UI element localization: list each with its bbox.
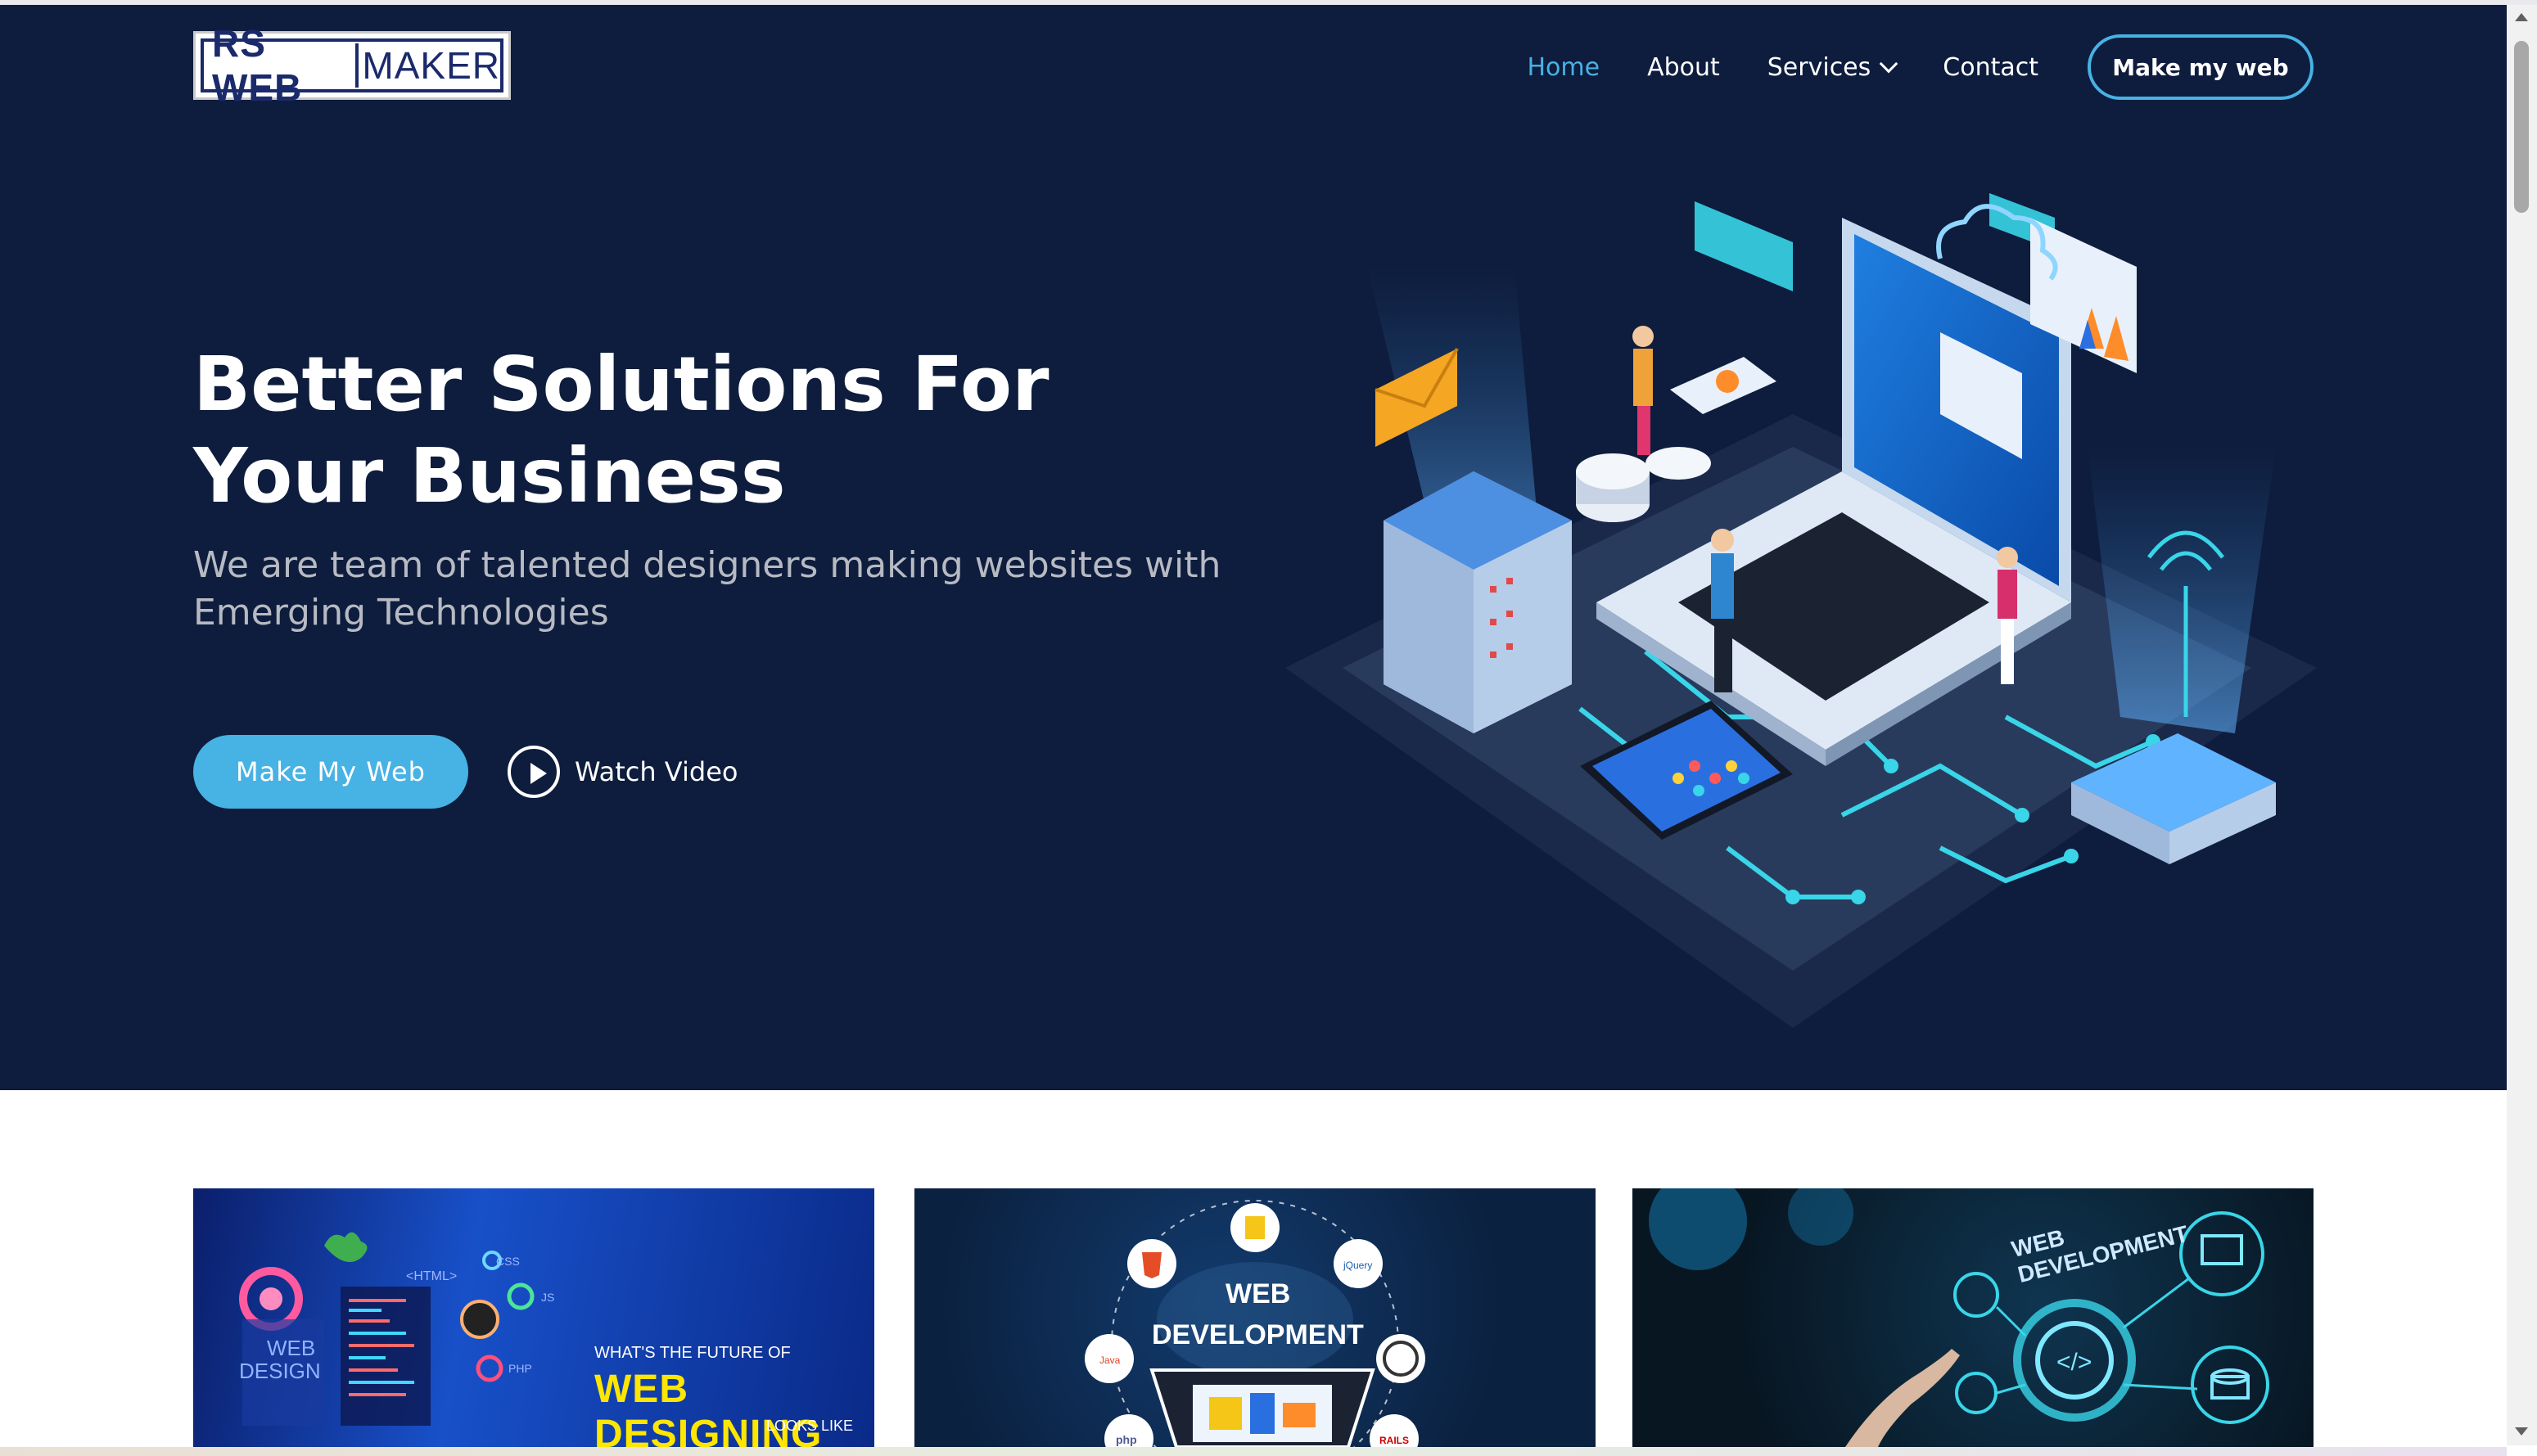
card1-heading-tail: LOOKS LIKE (766, 1418, 854, 1434)
nav-home[interactable]: Home (1527, 53, 1600, 82)
browser-bottom-edge (0, 1447, 2507, 1456)
scroll-up-arrow-icon[interactable] (2515, 13, 2528, 21)
html5-icon (1142, 1252, 1162, 1278)
make-my-web-nav-button[interactable]: Make my web (2088, 34, 2314, 100)
design-side-label: DESIGN (239, 1359, 321, 1383)
web-design-graphic: <HTML> CSS JS PHP (239, 1232, 554, 1426)
code-symbol-icon: </> (2056, 1349, 2092, 1376)
watch-video-label: Watch Video (575, 756, 738, 787)
rails-icon: RAILS (1379, 1435, 1409, 1446)
nav-services[interactable]: Services (1767, 52, 1898, 82)
chevron-down-icon (1879, 54, 1898, 74)
tech-icons-graphic: jQuery Java php RAILS (1085, 1200, 1425, 1447)
js-icon (1245, 1216, 1265, 1239)
scroll-down-arrow-icon[interactable] (2515, 1427, 2528, 1436)
nav-services-label: Services (1767, 52, 1871, 82)
hero-title: Better Solutions For Your Business (193, 340, 1050, 520)
html-tag-label: <HTML> (406, 1269, 457, 1283)
card1-heading-small: WHAT'S THE FUTURE OF (594, 1344, 791, 1362)
card1-heading-big: WEB DESIGNING (594, 1368, 823, 1447)
make-my-web-button[interactable]: Make My Web (193, 735, 468, 809)
web-dev-hologram-graphic: </> (1649, 1188, 2269, 1447)
nav-about[interactable]: About (1647, 53, 1720, 82)
laptop-icon (2201, 1234, 2243, 1265)
js-tag-label: JS (541, 1291, 554, 1304)
java-icon: Java (1099, 1355, 1121, 1366)
php-tag-label: PHP (508, 1362, 532, 1375)
card-web-designing[interactable]: <HTML> CSS JS PHP WEB DESIGN WHAT'S THE … (193, 1188, 874, 1447)
logo-text-primary: RS WEB (212, 22, 303, 109)
hero-section: RS WEB MAKER Home About Services Contact… (0, 5, 2507, 1090)
css-tag-label: CSS (496, 1255, 520, 1268)
services-cards: <HTML> CSS JS PHP WEB DESIGN WHAT'S THE … (193, 1188, 2317, 1447)
php-icon: php (1116, 1433, 1137, 1446)
card-web-development-touch[interactable]: </> WEB DEVELOPMENT (1632, 1188, 2314, 1447)
hero-isometric-illustration (1285, 193, 2317, 1028)
logo-text-secondary: MAKER (355, 43, 500, 88)
logo-frame: RS WEB MAKER (201, 22, 503, 109)
card2-title-line2: DEVELOPMENT (1152, 1319, 1364, 1350)
hero-subtitle: We are team of talented designers making… (193, 544, 1221, 633)
card2-title-line1: WEB (1226, 1278, 1291, 1309)
main-navigation: Home About Services Contact Make my web (1479, 34, 2314, 100)
play-icon (508, 746, 560, 798)
card-web-development-icons[interactable]: jQuery Java php RAILS WEB DEVELOPMENT (914, 1188, 1596, 1447)
site-logo[interactable]: RS WEB MAKER (193, 22, 511, 109)
page-scrollbar[interactable] (2507, 5, 2537, 1445)
nav-contact[interactable]: Contact (1943, 53, 2038, 82)
jquery-icon: jQuery (1343, 1260, 1372, 1271)
scroll-thumb[interactable] (2514, 41, 2529, 213)
watch-video-button[interactable]: Watch Video (508, 745, 738, 799)
web-side-label: WEB (267, 1336, 316, 1360)
